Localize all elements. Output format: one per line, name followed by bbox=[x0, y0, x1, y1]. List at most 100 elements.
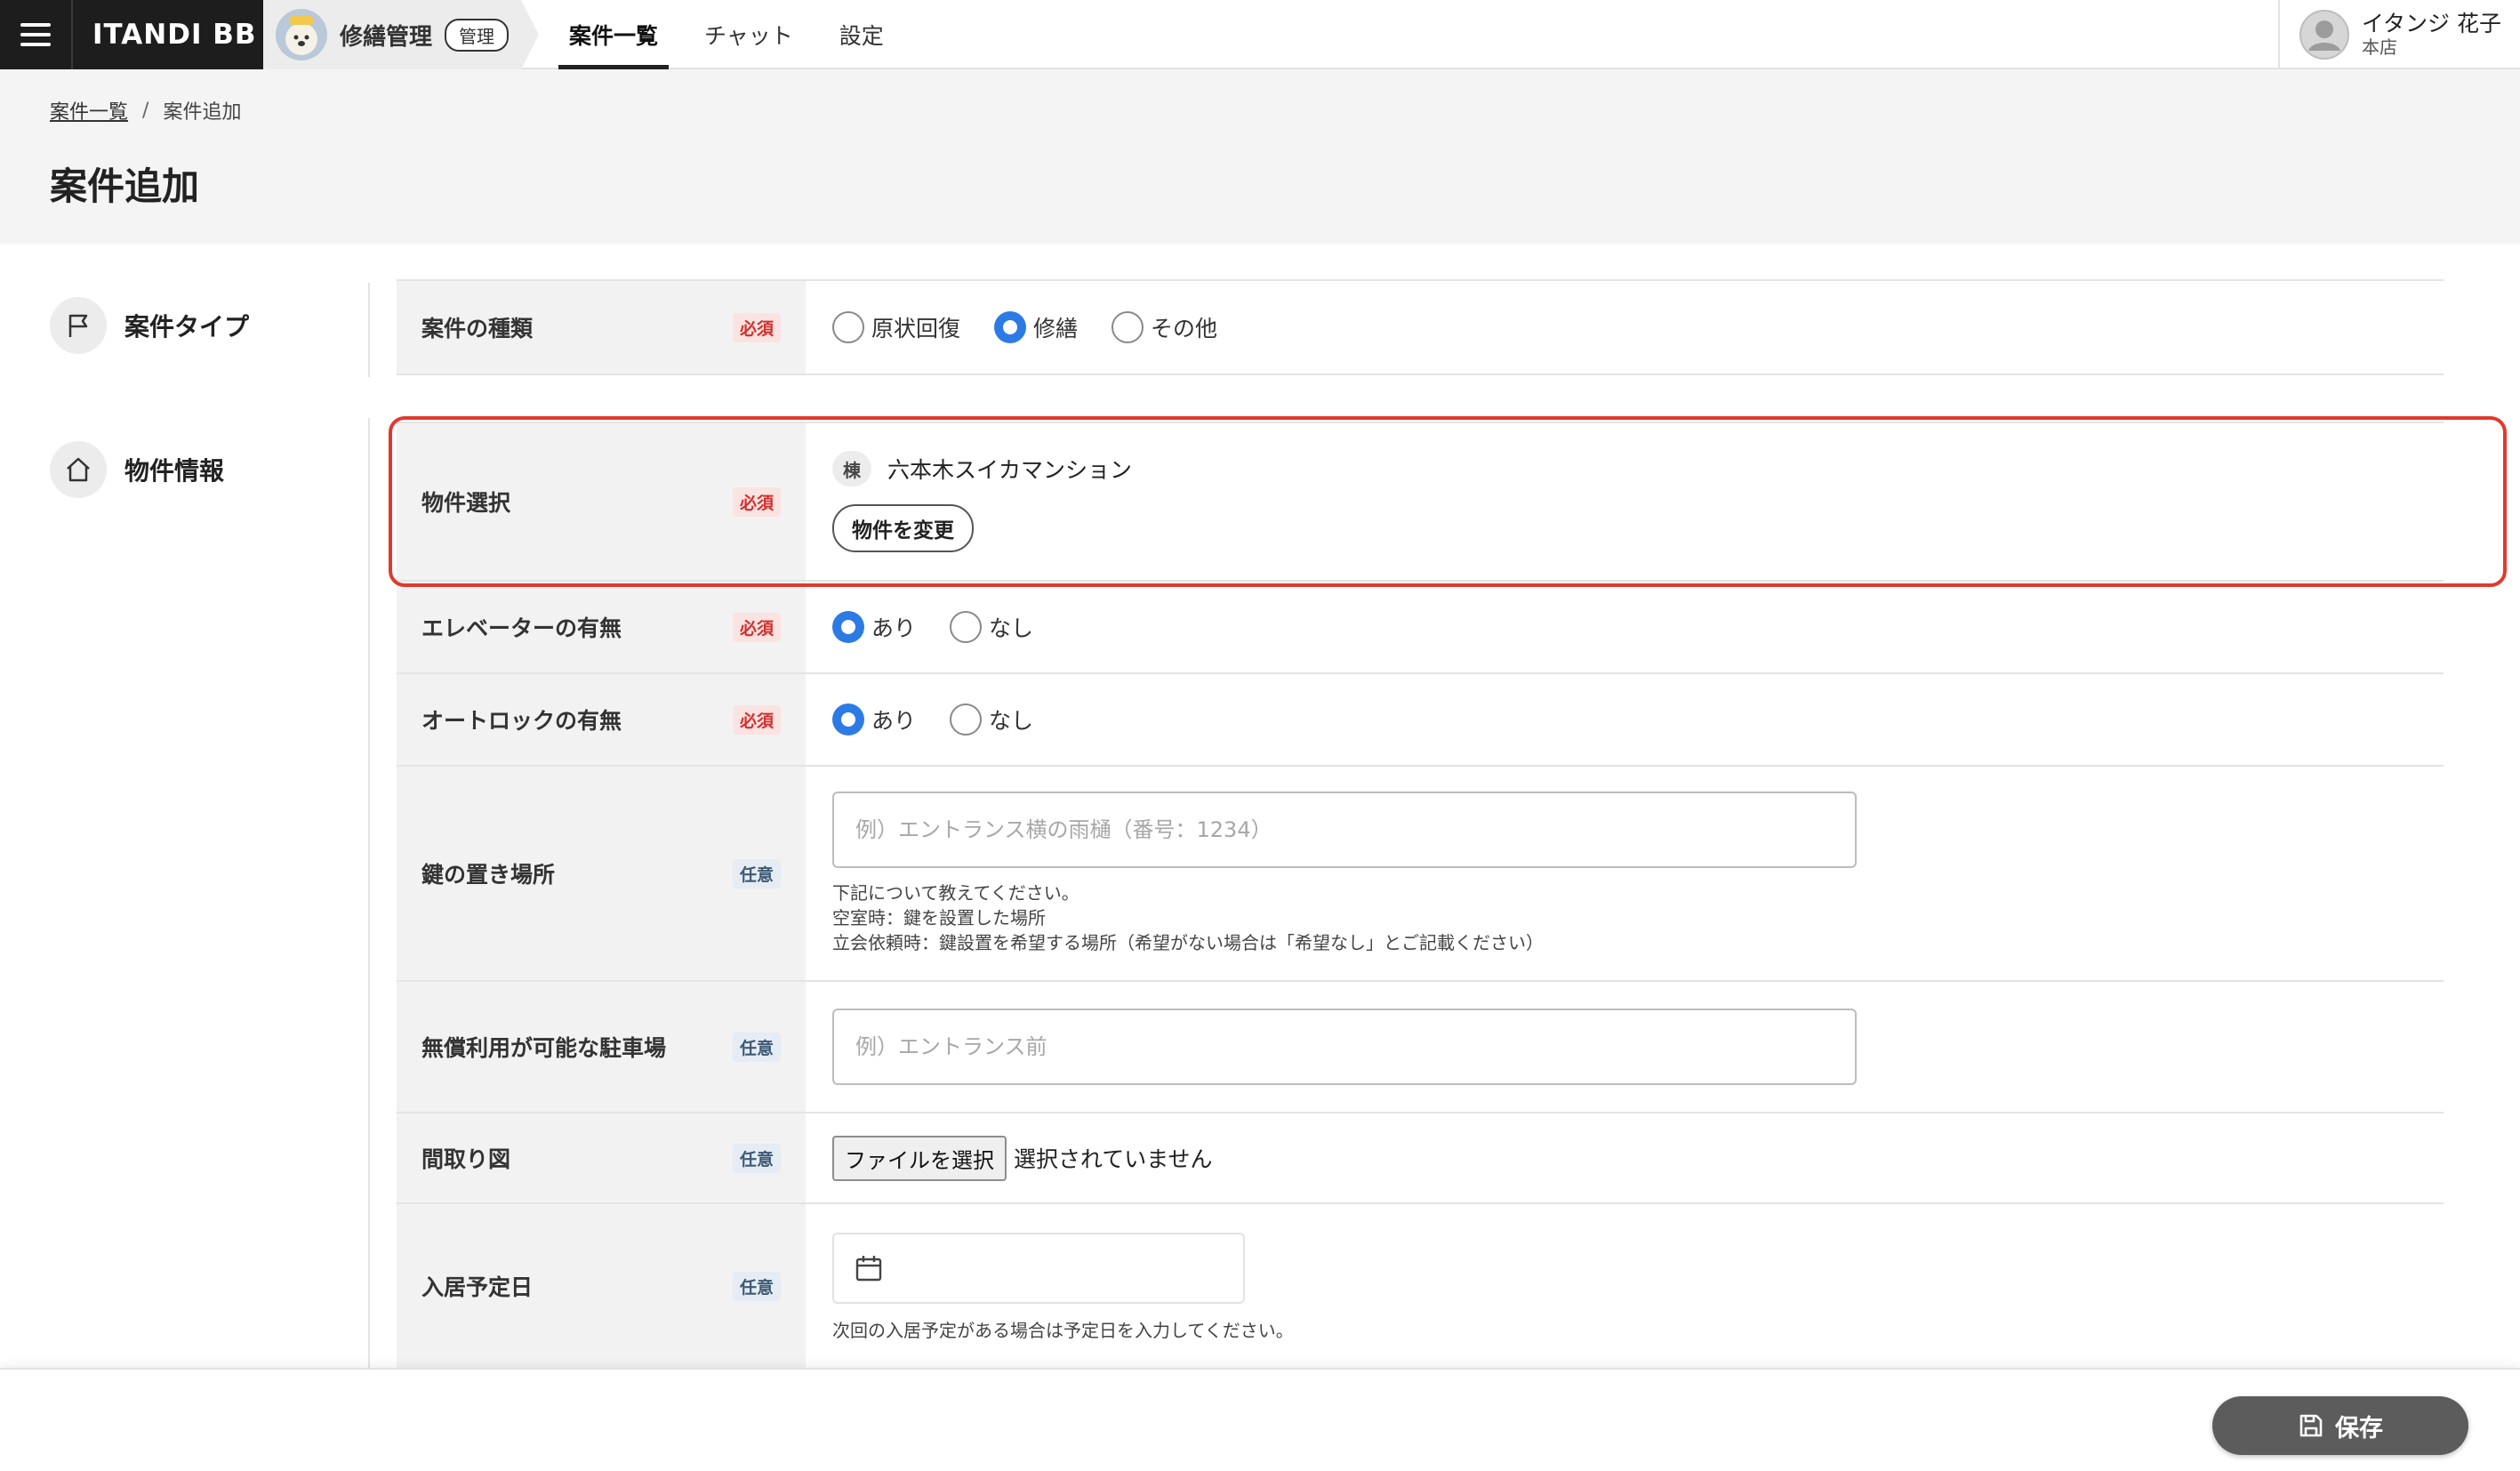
user-name: イタンジ 花子 bbox=[2362, 11, 2501, 37]
mascot-avatar-icon bbox=[276, 9, 327, 60]
floor-plan-label: 間取り図 bbox=[421, 1146, 511, 1172]
radio-checked-icon bbox=[994, 311, 1027, 343]
row-label: オートロックの有無 必須 bbox=[397, 674, 806, 765]
row-field: 下記について教えてください。 空室時：鍵を設置した場所 立会依頼時：鍵設置を希望… bbox=[806, 767, 2444, 980]
breadcrumb-separator: / bbox=[142, 99, 149, 122]
home-icon bbox=[50, 441, 107, 498]
row-field: 次回の入居予定がある場合は予定日を入力してください。 bbox=[806, 1204, 2444, 1368]
app-name: 修繕管理 bbox=[340, 23, 433, 51]
radio-label: なし bbox=[989, 615, 1034, 641]
save-button[interactable]: 保存 bbox=[2212, 1396, 2468, 1455]
row-label: 鍵の置き場所 任意 bbox=[397, 767, 806, 980]
row-label: 無償利用が可能な駐車場 任意 bbox=[397, 982, 806, 1112]
row-elevator: エレベーターの有無 必須 あり なし bbox=[397, 582, 2444, 674]
menu-button[interactable] bbox=[0, 0, 71, 69]
building-badge: 棟 bbox=[832, 451, 871, 486]
row-field: 原状回復 修繕 その他 bbox=[806, 281, 2444, 374]
selected-property: 棟 六本木スイカマンション bbox=[832, 451, 2417, 486]
radio-elevator-no[interactable]: なし bbox=[950, 611, 1033, 643]
radio-other[interactable]: その他 bbox=[1112, 311, 1217, 343]
radio-label: 原状回復 bbox=[871, 316, 961, 342]
row-field: ファイルを選択 選択されていません bbox=[806, 1113, 2444, 1202]
free-parking-label: 無償利用が可能な駐車場 bbox=[421, 1035, 667, 1061]
key-location-hint: 下記について教えてください。 空室時：鍵を設置した場所 立会依頼時：鍵設置を希望… bbox=[832, 880, 2417, 955]
row-field: 棟 六本木スイカマンション 物件を変更 bbox=[806, 423, 2444, 580]
free-parking-input[interactable] bbox=[832, 1009, 1857, 1085]
brand-logo[interactable]: ITANDI BB bbox=[71, 0, 263, 69]
user-branch: 本店 bbox=[2362, 36, 2397, 58]
optional-badge: 任意 bbox=[732, 1032, 781, 1062]
save-icon bbox=[2299, 1414, 2323, 1437]
floor-plan-file-input: ファイルを選択 選択されていません bbox=[832, 1135, 2417, 1181]
radio-circle-icon bbox=[950, 703, 983, 736]
top-bar: ITANDI BB 修繕管理 管理 案件一覧 チャット 設定 イタンジ 花子 本… bbox=[0, 0, 2520, 69]
section-divider bbox=[368, 283, 370, 377]
user-avatar-icon bbox=[2299, 10, 2349, 60]
optional-badge: 任意 bbox=[732, 858, 781, 888]
row-field bbox=[806, 982, 2444, 1112]
case-kind-radio-group: 原状回復 修繕 その他 bbox=[832, 311, 2417, 343]
row-label: 入居予定日 任意 bbox=[397, 1204, 806, 1368]
calendar-icon bbox=[855, 1256, 882, 1282]
footer-bar: 保存 bbox=[0, 1368, 2520, 1471]
nav-case-list[interactable]: 案件一覧 bbox=[558, 0, 670, 69]
radio-autolock-yes[interactable]: あり bbox=[832, 703, 916, 736]
main-nav: 案件一覧 チャット 設定 bbox=[558, 0, 919, 69]
move-in-date-hint: 次回の入居予定がある場合は予定日を入力してください。 bbox=[832, 1320, 1294, 1341]
elevator-radio-group: あり なし bbox=[832, 611, 2417, 643]
radio-autolock-no[interactable]: なし bbox=[950, 703, 1033, 736]
radio-restoration[interactable]: 原状回復 bbox=[832, 311, 960, 343]
required-badge: 必須 bbox=[732, 612, 781, 642]
choose-file-button[interactable]: ファイルを選択 bbox=[832, 1135, 1007, 1181]
breadcrumb-current: 案件追加 bbox=[163, 101, 242, 124]
section-divider bbox=[368, 418, 370, 1368]
optional-badge: 任意 bbox=[732, 1271, 781, 1301]
app-switcher[interactable]: 修繕管理 管理 bbox=[263, 0, 539, 69]
flag-icon bbox=[50, 297, 107, 354]
property-select-label: 物件選択 bbox=[421, 490, 511, 516]
radio-label: 修繕 bbox=[1033, 316, 1079, 342]
radio-repair[interactable]: 修繕 bbox=[994, 311, 1078, 343]
file-status: 選択されていません bbox=[1014, 1146, 1213, 1172]
section-case-type-label: 案件タイプ bbox=[124, 312, 250, 342]
hint-line: 空室時：鍵を設置した場所 bbox=[832, 907, 1046, 928]
radio-circle-icon bbox=[1112, 311, 1144, 343]
autolock-label: オートロックの有無 bbox=[421, 708, 622, 734]
section-case-type: 案件タイプ bbox=[50, 297, 249, 354]
autolock-radio-group: あり なし bbox=[832, 703, 2417, 736]
radio-checked-icon bbox=[832, 611, 864, 643]
radio-label: その他 bbox=[1151, 316, 1218, 342]
row-label: 間取り図 任意 bbox=[397, 1113, 806, 1202]
row-label: 案件の種類 必須 bbox=[397, 281, 806, 374]
hint-line: 立会依頼時：鍵設置を希望する場所（希望がない場合は「希望なし」とご記載ください） bbox=[832, 932, 1544, 953]
radio-circle-icon bbox=[832, 311, 864, 343]
breadcrumb-case-list-link[interactable]: 案件一覧 bbox=[50, 96, 128, 125]
move-in-date-label: 入居予定日 bbox=[421, 1274, 534, 1300]
radio-elevator-yes[interactable]: あり bbox=[832, 611, 916, 643]
row-property-select: 物件選択 必須 棟 六本木スイカマンション 物件を変更 bbox=[397, 422, 2444, 582]
form-content: 案件タイプ 物件情報 案件の種類 必須 原状回復 修繕 その他 物件選択 必須 … bbox=[0, 244, 2520, 1368]
radio-label: なし bbox=[989, 708, 1034, 734]
radio-label: あり bbox=[871, 708, 917, 734]
radio-circle-icon bbox=[950, 611, 983, 643]
property-name: 六本木スイカマンション bbox=[887, 457, 1133, 483]
breadcrumb: 案件一覧 / 案件追加 bbox=[50, 96, 241, 125]
nav-settings[interactable]: 設定 bbox=[829, 0, 895, 69]
required-badge: 必須 bbox=[732, 704, 781, 735]
row-key-location: 鍵の置き場所 任意 下記について教えてください。 空室時：鍵を設置した場所 立会… bbox=[397, 767, 2444, 982]
change-property-button[interactable]: 物件を変更 bbox=[832, 504, 974, 552]
row-field: あり なし bbox=[806, 674, 2444, 765]
row-move-in-date: 入居予定日 任意 次回の入居予定がある場合は予定日を入力してください。 bbox=[397, 1204, 2444, 1368]
case-kind-label: 案件の種類 bbox=[421, 316, 534, 342]
page-title: 案件追加 bbox=[50, 165, 200, 208]
optional-badge: 任意 bbox=[732, 1143, 781, 1173]
user-menu[interactable]: イタンジ 花子 本店 bbox=[2278, 0, 2520, 69]
nav-chat[interactable]: チャット bbox=[694, 0, 804, 69]
hamburger-icon bbox=[20, 23, 51, 46]
move-in-date-input[interactable] bbox=[832, 1233, 1245, 1304]
row-field: あり なし bbox=[806, 582, 2444, 672]
required-badge: 必須 bbox=[732, 486, 781, 517]
row-case-kind: 案件の種類 必須 原状回復 修繕 その他 bbox=[397, 279, 2444, 375]
required-badge: 必須 bbox=[732, 312, 781, 342]
key-location-input[interactable] bbox=[832, 792, 1857, 868]
